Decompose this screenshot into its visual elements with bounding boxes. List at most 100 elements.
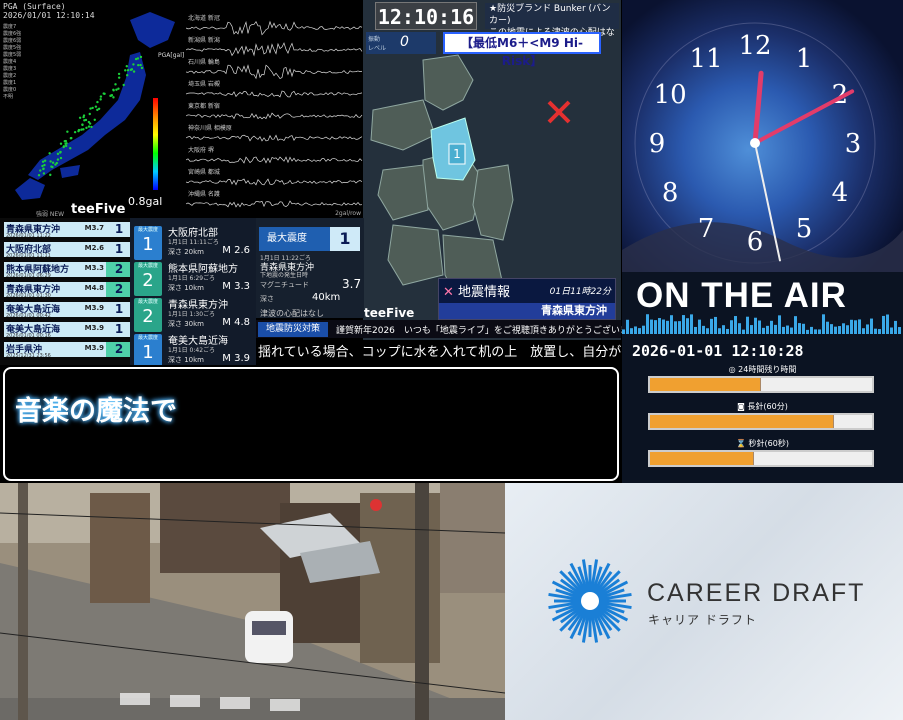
detail-datetime: 1月1日 0:42ごろ xyxy=(168,347,216,354)
pga-station-dot xyxy=(140,66,144,70)
info-region: 青森県東方沖 xyxy=(439,303,615,319)
risk-label: 【最低M6＋<M9 Hi-Risk】 xyxy=(443,32,601,68)
pga-station-dot xyxy=(114,83,117,86)
quake-list-row: 青森県東方沖 2026/01/01 01:30 M4.8 2 xyxy=(4,282,132,299)
clock-numeral: 1 xyxy=(796,44,813,74)
equalizer-bar xyxy=(662,319,665,334)
quake-list-row: 熊本県阿蘇地方 2026/01/01 06:29 M3.3 2 xyxy=(4,262,132,279)
equalizer-bar xyxy=(666,320,669,334)
intensity-caption: 最大震度 xyxy=(137,299,158,305)
clock-numeral: 8 xyxy=(662,178,679,208)
quake-datetime: 2026/01/01 11:22 xyxy=(6,233,51,239)
quake-datetime: 2026/01/01 01:30 xyxy=(6,293,51,299)
equalizer-bar xyxy=(778,315,781,334)
pga-station-dot xyxy=(139,63,142,67)
equalizer-bar xyxy=(702,325,705,334)
station-label: 沖縄県 名護 xyxy=(188,191,220,198)
clock-numeral: 11 xyxy=(689,44,722,74)
equalizer-bar xyxy=(734,316,737,334)
pga-station-dot xyxy=(85,126,88,130)
station-label: 新潟県 新潟 xyxy=(188,37,220,44)
station-label: 神奈川県 相模原 xyxy=(188,125,232,132)
clock-numeral: 10 xyxy=(654,80,687,110)
quake-intensity: 2 xyxy=(106,342,132,357)
progress-label: ◎ 24時間残り時間 xyxy=(728,365,797,374)
depth-label: 深さ xyxy=(260,295,274,303)
intensity-caption: 最大震度 xyxy=(137,263,158,269)
intensity-caption: 最大震度 xyxy=(137,227,158,233)
pga-station-dot xyxy=(41,164,44,168)
pga-station-dot xyxy=(78,116,82,119)
equalizer-bar xyxy=(674,321,677,334)
analog-clock: 12 1234567891011 xyxy=(622,22,903,272)
equalizer-bar xyxy=(622,329,625,334)
pga-station-dot xyxy=(64,144,68,148)
quake-detail-list: 最大震度 1 大阪府北部 1月1日 11:11ごろ 深さ 20km M 2.6 最大震度 2 熊… xyxy=(130,218,256,368)
pga-station-dot xyxy=(124,69,127,72)
intensity-box: 最大震度 1 xyxy=(134,226,162,260)
earthquake-info-box: ✕ 地震情報 01日11時22分 青森県東方沖 xyxy=(438,278,616,320)
pga-station-dot xyxy=(43,159,47,162)
pga-map-panel: PGA (Surface) 2026/01/01 12:10:14 震度7 震度6… xyxy=(0,0,186,218)
pga-station-dot xyxy=(56,152,60,156)
pga-station-dot xyxy=(132,70,136,73)
equalizer-bar xyxy=(710,318,713,334)
quake-datetime: 2025/12/31 23:56 xyxy=(6,353,51,359)
pga-station-dot xyxy=(94,105,98,108)
scrolling-advice: 揺れている場合、コップに水を入れて机の上 放置し、自分が揺れている xyxy=(256,340,621,365)
detail-magnitude: M 3.3 xyxy=(222,281,250,292)
on-air-panel: ON THE AIR 2026-01-01 12:10:28 ◎ 24時間残り時… xyxy=(622,272,903,483)
pga-station-dot xyxy=(82,115,85,119)
equalizer-bar xyxy=(742,329,745,334)
detail-depth: 深さ 10km xyxy=(168,356,205,364)
pga-station-dot xyxy=(59,156,63,160)
pga-station-dot xyxy=(56,158,60,161)
pga-station-dot xyxy=(69,147,72,150)
quake-magnitude: M2.6 xyxy=(84,244,104,252)
pga-station-dot xyxy=(43,163,46,167)
depth-value: 40km xyxy=(312,292,341,303)
equalizer-bar xyxy=(770,320,773,334)
ticker-text: 謹賀新年2026 いつも「地震ライブ」をご視聴頂きありがとうございます! xyxy=(336,326,642,336)
equalizer-bar xyxy=(838,326,841,334)
pga-station-dot xyxy=(42,172,46,175)
pga-station-dot xyxy=(88,122,92,125)
career-draft-kana: キャリア ドラフト xyxy=(648,613,757,627)
teefive-logo-2: teeFive xyxy=(364,306,415,320)
quake-list-row: 奄美大島近海 2026/01/01 00:42 M3.9 1 xyxy=(4,302,132,319)
equalizer-bar xyxy=(694,326,697,334)
teefive-logo: teeFive xyxy=(71,202,126,217)
pga-station-dot xyxy=(88,112,91,116)
detail-datetime: 1月1日 11:11ごろ xyxy=(168,239,219,246)
equalizer-bar xyxy=(678,321,681,334)
pga-station-dot xyxy=(102,92,105,95)
pga-station-dot xyxy=(49,173,52,177)
equalizer-bar xyxy=(690,314,693,334)
equalizer-bar xyxy=(758,320,761,334)
minute-hand xyxy=(753,89,855,145)
equalizer-bar xyxy=(866,324,869,334)
pga-scale-label: PGA[gal] xyxy=(158,52,185,59)
news-ticker: 地震防災対策 謹賀新年2026 いつも「地震ライブ」をご視聴頂きありがとうござい… xyxy=(256,320,642,338)
career-draft-ad: CAREER DRAFT キャリア ドラフト xyxy=(505,483,903,720)
tsunami-note: 津波の心配はなし xyxy=(260,309,324,318)
japan-map-pga xyxy=(15,12,175,200)
equalizer-bar xyxy=(842,323,845,334)
pga-station-dot xyxy=(59,142,63,145)
pga-station-dot xyxy=(66,130,69,133)
quake-list-row: 大阪府北部 2026/01/01 11:11 M2.6 1 xyxy=(4,242,132,259)
waveform-trace xyxy=(186,64,363,80)
on-air-title: ON THE AIR xyxy=(636,276,847,315)
equalizer-bar xyxy=(782,326,785,334)
pga-station-dot xyxy=(62,145,66,148)
waveform-trace xyxy=(186,200,363,208)
latest-quake-summary: 最大震度 1 1月1日 11:22ごろ 青森県東方沖 下地震の発生日時 マグニチ… xyxy=(256,218,364,318)
equalizer-bar xyxy=(714,316,717,334)
pga-station-dot xyxy=(126,68,130,72)
detail-depth: 深さ 30km xyxy=(168,320,205,328)
equalizer-bar xyxy=(826,321,829,334)
equalizer-bar xyxy=(870,318,873,334)
equalizer-bar xyxy=(862,328,865,334)
pga-station-dot xyxy=(112,89,115,92)
pga-station-dot xyxy=(65,142,68,145)
